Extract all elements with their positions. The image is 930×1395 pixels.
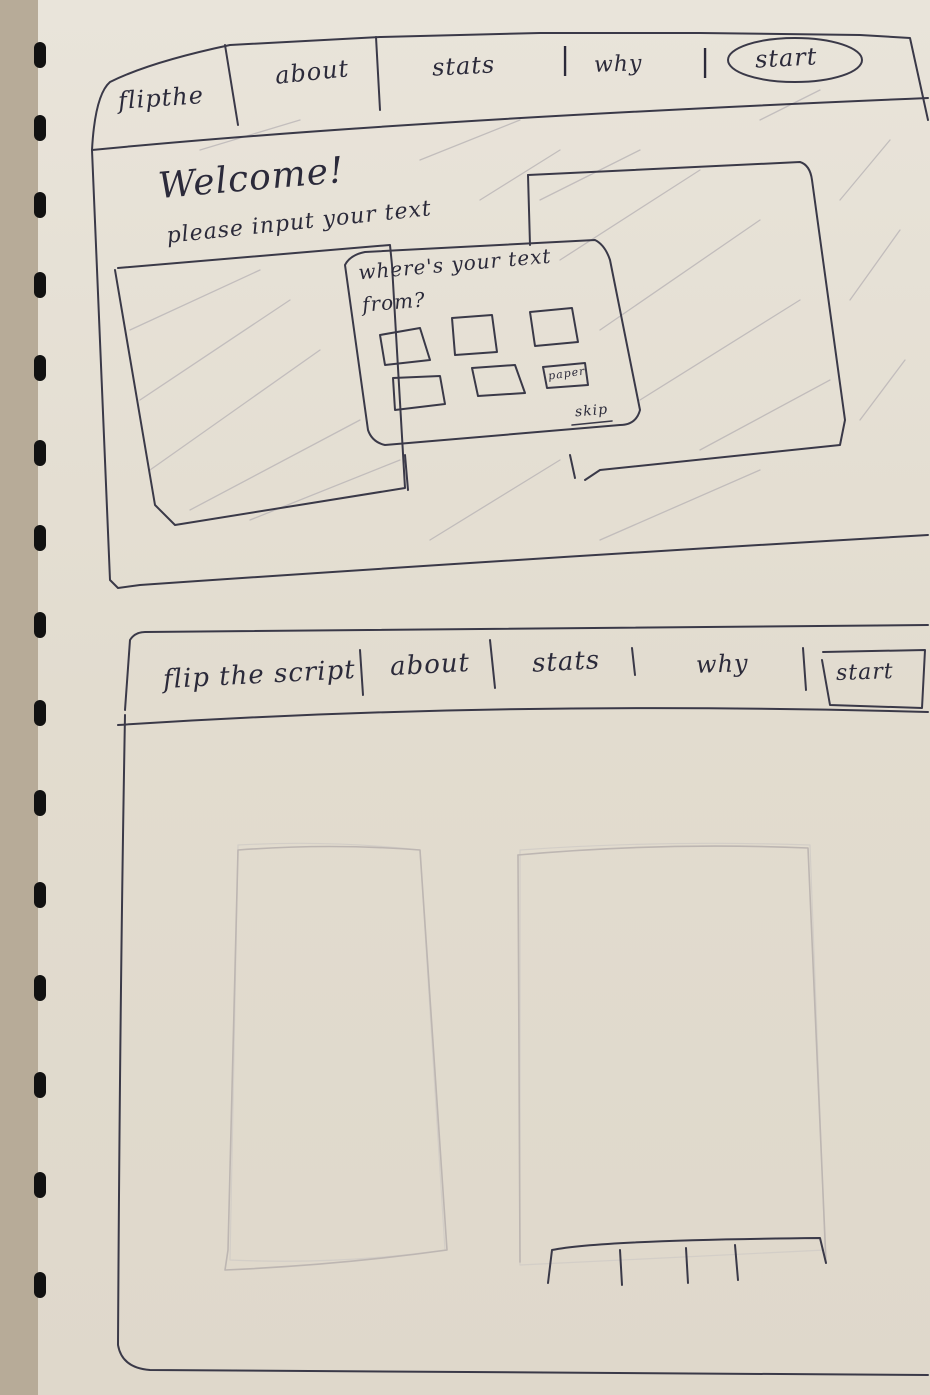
nav-item-why[interactable]: why [696,649,750,679]
nav-item-why[interactable]: why [594,51,643,78]
nav-separator: | [700,44,712,79]
output-panel [527,161,846,481]
source-options [379,307,589,411]
sketch2-frame [117,624,929,1376]
nav-item-about[interactable]: about [389,648,470,682]
sketch2-panels [224,845,827,1271]
nav-item-start-button[interactable]: start [836,659,894,686]
nav-separator: | [560,42,572,77]
pencil-shading-light [229,842,826,1266]
nav-item-stats[interactable]: stats [431,50,496,81]
sketch-drawing [91,32,929,1376]
nav-item-start-button[interactable]: start [754,42,818,73]
skip-underline [571,420,613,426]
nav-item-home[interactable]: flipthe [117,81,205,115]
sketch1-frame [91,32,929,589]
skip-link[interactable]: skip [574,402,608,421]
nav-item-stats[interactable]: stats [531,645,601,679]
